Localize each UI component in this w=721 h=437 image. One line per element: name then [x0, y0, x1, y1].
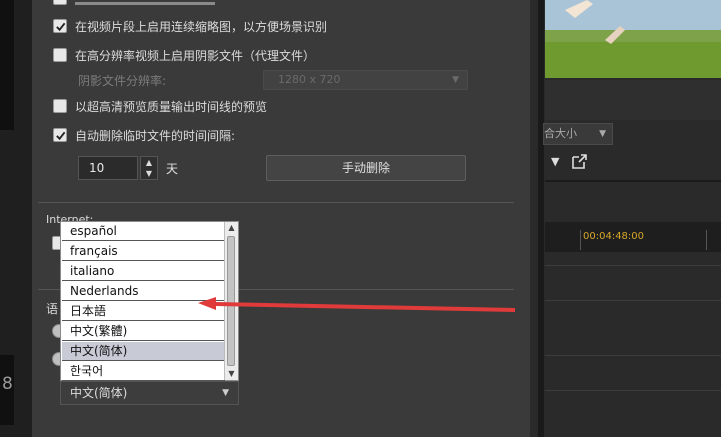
settings-row-uhd-preview[interactable]: 以超高清预览质量输出时间线的预览 — [53, 97, 267, 115]
panel-splitter[interactable] — [538, 0, 544, 437]
interval-unit: 天 — [166, 162, 179, 176]
interval-stepper[interactable]: ▲ ▼ — [140, 156, 158, 180]
language-section-label: 语 — [46, 302, 59, 316]
checkbox[interactable] — [53, 48, 67, 62]
language-select-value: 中文(简体) — [70, 386, 128, 400]
settings-label: 在高分辨率视频上启用阴影文件（代理文件） — [75, 48, 316, 63]
scroll-up-icon[interactable]: ▲ — [225, 222, 238, 234]
fit-size-dropdown[interactable]: 合大小 ▼ — [543, 123, 613, 145]
spin-up-icon[interactable]: ▲ — [141, 157, 157, 168]
ruler-tick — [580, 230, 581, 250]
fit-size-label: 合大小 — [544, 127, 577, 140]
checkbox[interactable] — [53, 99, 67, 113]
clipped-text — [75, 1, 215, 5]
track-divider — [545, 390, 721, 391]
shadow-resolution-value: 1280 x 720 — [278, 73, 341, 86]
spin-down-icon[interactable]: ▼ — [141, 168, 157, 179]
dropdown-arrow-icon[interactable]: ▼ — [551, 155, 559, 168]
divider — [545, 180, 721, 182]
checkbox-checked-icon[interactable] — [53, 128, 67, 142]
divider — [38, 202, 514, 203]
track-divider — [545, 300, 721, 301]
language-option[interactable]: español — [62, 222, 225, 241]
settings-label: 自动删除临时文件的时间间隔: — [75, 128, 236, 143]
settings-label: 以超高清预览质量输出时间线的预览 — [75, 99, 268, 114]
track-divider — [545, 265, 721, 266]
language-option[interactable]: italiano — [62, 262, 225, 281]
track-divider — [545, 355, 721, 356]
timeline-timecode: 00:04:48:00 — [583, 231, 645, 242]
language-option[interactable]: 한국어 — [62, 362, 225, 381]
dropdown-arrow-icon: ▼ — [222, 388, 229, 398]
settings-row-auto-delete[interactable]: 自动删除临时文件的时间间隔: — [53, 126, 235, 144]
language-option-selected[interactable]: 中文(简体) — [62, 342, 225, 361]
scroll-down-icon[interactable]: ▼ — [225, 368, 238, 380]
dropdown-arrow-icon: ▼ — [452, 75, 459, 85]
shadow-resolution-label: 阴影文件分辨率: — [78, 74, 167, 88]
red-arrow-annotation — [198, 297, 515, 312]
external-link-icon[interactable] — [570, 153, 588, 171]
interval-input[interactable]: 10 — [78, 156, 138, 180]
settings-row-shadow-files[interactable]: 在高分辨率视频上启用阴影文件（代理文件） — [53, 46, 315, 64]
shadow-resolution-dropdown[interactable]: 1280 x 720 ▼ — [263, 70, 468, 90]
checkbox[interactable] — [53, 0, 67, 5]
checkbox-checked-icon[interactable] — [53, 19, 67, 33]
settings-label: 在视频片段上启用连续缩略图，以方便场景识别 — [75, 19, 328, 34]
settings-row-thumbnails[interactable]: 在视频片段上启用连续缩略图，以方便场景识别 — [53, 17, 327, 35]
settings-row-partial — [53, 0, 215, 7]
preview-thumbnail — [545, 0, 721, 78]
left-panel-digit: 8 — [2, 374, 13, 394]
left-panel-band — [0, 0, 14, 130]
dropdown-arrow-icon: ▼ — [599, 129, 606, 139]
language-option[interactable]: 中文(繁體) — [62, 322, 225, 341]
left-side-panel: 8 — [0, 0, 32, 437]
language-option[interactable]: français — [62, 242, 225, 261]
language-select[interactable]: 中文(简体) ▼ — [60, 381, 239, 405]
preview-controls-area — [545, 80, 721, 120]
manual-delete-button[interactable]: 手动删除 — [266, 155, 466, 181]
ruler-tick — [706, 230, 707, 250]
